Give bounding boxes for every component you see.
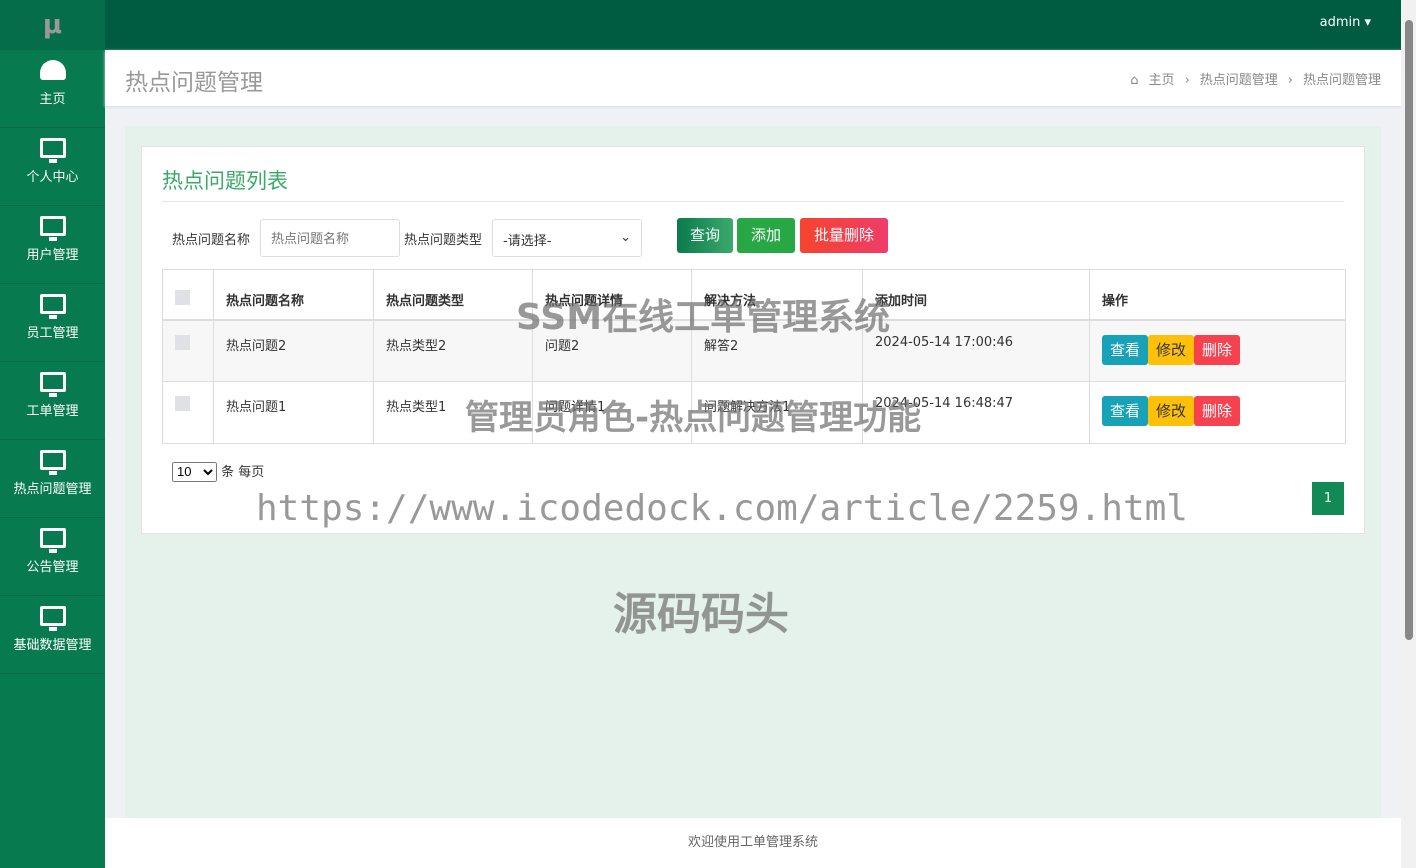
logo: μ	[0, 0, 105, 50]
edit-button[interactable]: 修改	[1148, 396, 1195, 426]
column-header: 热点问题名称	[213, 269, 374, 320]
table-cell: 热点问题1	[213, 381, 374, 444]
sidebar-item-label: 用户管理	[26, 248, 79, 263]
select-all-checkbox[interactable]	[175, 290, 190, 305]
scrollbar[interactable]	[1401, 0, 1416, 868]
table-cell: 热点类型2	[373, 319, 533, 382]
sidebar-item[interactable]: 热点问题管理	[0, 440, 105, 518]
monitor-icon	[39, 138, 66, 163]
header: 热点问题管理 ⌂ 主页 › 热点问题管理 › 热点问题管理	[105, 50, 1401, 106]
page-1-button[interactable]: 1	[1312, 482, 1344, 515]
batch-delete-button[interactable]: 批量删除	[800, 218, 888, 253]
sidebar-item[interactable]: 基础数据管理	[0, 596, 105, 674]
query-button[interactable]: 查询	[677, 218, 733, 253]
page-title: 热点问题管理	[125, 70, 263, 96]
sidebar-item-label: 热点问题管理	[13, 482, 92, 497]
sidebar-item[interactable]: 用户管理	[0, 206, 105, 284]
monitor-icon	[39, 606, 66, 631]
sidebar-item-label: 主页	[39, 92, 66, 107]
breadcrumb: ⌂ 主页 › 热点问题管理 › 热点问题管理	[1130, 73, 1381, 88]
watermark: 管理员角色-热点问题管理功能	[465, 398, 922, 438]
type-select[interactable]: -请选择- ⌄	[492, 219, 642, 257]
edit-button[interactable]: 修改	[1148, 334, 1195, 365]
home-icon: ⌂	[1130, 73, 1139, 88]
list-card: 热点问题列表 热点问题名称 热点问题类型 -请选择-⌄ 查询 添加 批量删除 热…	[141, 146, 1365, 534]
watermark: SSM在线工单管理系统	[516, 297, 891, 338]
sidebar-item[interactable]: 主页	[0, 50, 105, 128]
sidebar-item[interactable]: 工单管理	[0, 362, 105, 440]
sidebar-item-label: 个人中心	[26, 170, 79, 185]
per-page-label: 条 每页	[221, 465, 265, 480]
column-header: 热点问题类型	[373, 269, 533, 320]
column-header: 添加时间	[862, 269, 1090, 320]
sidebar-item[interactable]: 公告管理	[0, 518, 105, 596]
type-label: 热点问题类型	[404, 233, 483, 248]
sidebar-item-label: 员工管理	[26, 326, 79, 341]
table-cell: 2024-05-14 17:00:46	[862, 319, 1090, 382]
page-size-select[interactable]: 10	[172, 461, 217, 482]
card-title: 热点问题列表	[162, 169, 288, 193]
name-label: 热点问题名称	[172, 233, 251, 248]
monitor-icon	[39, 216, 66, 241]
monitor-icon	[39, 450, 66, 475]
delete-button[interactable]: 删除	[1194, 334, 1241, 365]
sidebar-item[interactable]: 个人中心	[0, 128, 105, 206]
monitor-icon	[39, 294, 66, 319]
sidebar-item-label: 工单管理	[26, 404, 79, 419]
monitor-icon	[39, 372, 66, 397]
view-button[interactable]: 查看	[1102, 334, 1149, 365]
sidebar-item[interactable]: 员工管理	[0, 284, 105, 362]
column-header: 操作	[1089, 269, 1346, 320]
delete-button[interactable]: 删除	[1194, 396, 1241, 426]
watermark: 源码码头	[613, 589, 789, 640]
sidebar: μ 主页个人中心用户管理员工管理工单管理热点问题管理 公告管理基础数据管理	[0, 0, 105, 868]
view-button[interactable]: 查看	[1102, 396, 1149, 426]
name-search-input[interactable]	[260, 219, 400, 257]
breadcrumb-item: 热点问题管理	[1302, 73, 1381, 88]
add-button[interactable]: 添加	[737, 218, 795, 253]
sidebar-item-label: 公告管理	[26, 560, 79, 575]
monitor-icon	[39, 528, 66, 553]
dashboard-icon	[39, 60, 66, 80]
row-checkbox[interactable]	[175, 396, 190, 411]
footer: 欢迎使用工单管理系统	[105, 818, 1401, 868]
sidebar-item-label: 基础数据管理	[13, 638, 92, 653]
topbar: admin ▾	[105, 0, 1401, 50]
content: 热点问题列表 热点问题名称 热点问题类型 -请选择-⌄ 查询 添加 批量删除 热…	[125, 126, 1381, 818]
row-checkbox[interactable]	[175, 334, 190, 350]
table-cell: 热点问题2	[213, 319, 374, 382]
page-size: 10 条 每页	[172, 461, 264, 482]
watermark: https://www.icodedock.com/article/2259.h…	[256, 488, 1188, 529]
breadcrumb-item[interactable]: 热点问题管理	[1200, 73, 1278, 88]
breadcrumb-home[interactable]: 主页	[1149, 73, 1175, 88]
user-menu[interactable]: admin ▾	[1320, 15, 1371, 30]
